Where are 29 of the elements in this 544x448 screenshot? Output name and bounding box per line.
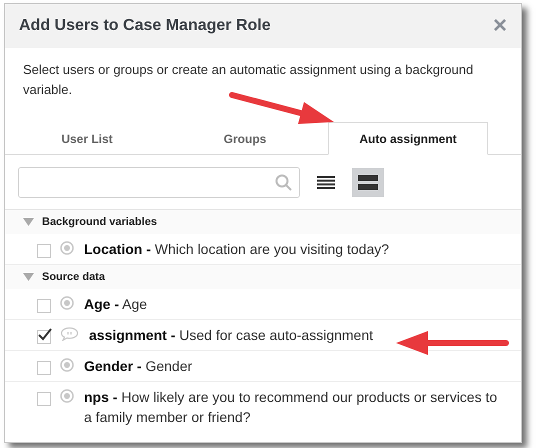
speech-bubble-icon	[60, 327, 79, 341]
item-text: assignment - Used for case auto-assignment	[89, 326, 374, 345]
search-field[interactable]	[18, 167, 300, 198]
view-toggle-button[interactable]	[352, 168, 384, 197]
radio-icon	[60, 241, 74, 255]
item-text: Age - Age	[84, 295, 148, 314]
group-label: Background variables	[42, 216, 157, 228]
group-label: Source data	[42, 271, 105, 283]
item-text: Location - Which location are you visiting today?	[84, 240, 390, 259]
checkbox[interactable]	[37, 361, 51, 375]
tab[interactable]: Groups	[166, 122, 324, 155]
list-view-icon	[317, 176, 335, 189]
radio-icon	[60, 296, 74, 310]
description-text: Select users or groups or create an automatic assignment using a background variable.	[23, 61, 474, 99]
checkbox[interactable]	[37, 392, 51, 406]
item-text: Gender - Gender	[84, 357, 192, 376]
row-view-icon	[358, 175, 378, 190]
radio-icon	[60, 389, 74, 403]
radio-icon	[60, 358, 74, 372]
caret-icon[interactable]	[23, 218, 34, 226]
tab[interactable]: Auto assignment	[328, 122, 488, 155]
item-text: nps - How likely are you to recommend our products or services to a family member or friend?	[84, 388, 498, 427]
caret-icon[interactable]	[23, 273, 34, 281]
dialog-title: Add Users to Case Manager Role	[19, 17, 271, 35]
search-icon	[275, 174, 292, 191]
checkbox[interactable]	[37, 330, 51, 344]
checkbox[interactable]	[37, 299, 51, 313]
checkbox[interactable]	[37, 244, 51, 258]
tab[interactable]: User List	[8, 122, 166, 155]
